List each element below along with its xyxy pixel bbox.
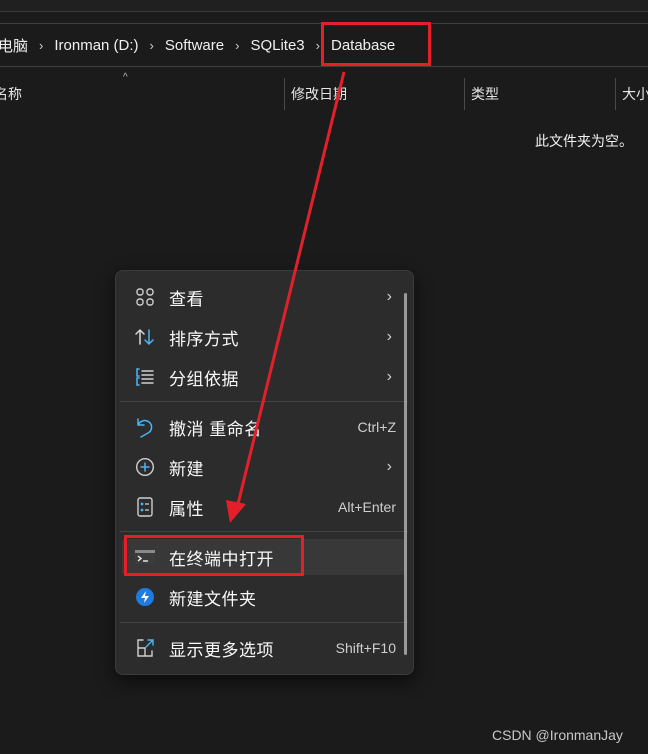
chevron-right-icon[interactable]: › [226,38,248,53]
empty-folder-message: 此文件夹为空。 [535,133,633,149]
menu-item-label: 新建文件夹 [169,589,257,609]
column-header-size[interactable]: 大小 [616,78,648,110]
menu-item-label: 查看 [169,289,204,309]
title-bar [0,0,648,12]
menu-item-label: 撤消 重命名 [169,419,262,439]
column-header-name[interactable]: 名称 [0,78,284,110]
breadcrumb-item-sqlite3[interactable]: SQLite3 [248,37,306,54]
shortcut-label: Alt+Enter [338,499,396,515]
menu-item-label: 排序方式 [169,329,239,349]
menu-item-properties[interactable]: 属性 Alt+Enter [122,489,406,525]
shortcut-label: Ctrl+Z [357,419,397,435]
menu-item-label: 显示更多选项 [169,640,274,660]
chevron-right-icon: › [386,288,392,305]
menu-divider [120,531,408,532]
menu-item-label: 分组依据 [169,369,239,389]
column-header-type[interactable]: 类型 [465,78,615,110]
chevron-right-icon: › [386,368,392,385]
menu-scrollbar[interactable] [404,293,407,655]
context-menu: 查看 › 排序方式 › 分组依据 › 撤消 重命名 Ctrl+Z 新建 › 属性… [115,270,414,675]
column-header-date-modified[interactable]: 修改日期 [285,78,463,110]
chevron-right-icon[interactable]: › [141,38,163,53]
group-list-icon [134,366,156,388]
shortcut-label: Shift+F10 [335,640,396,656]
new-plus-icon [134,456,156,478]
menu-item-new-folder[interactable]: 新建文件夹 [122,579,406,615]
annotation-box-database [321,22,431,66]
menu-item-show-more-options[interactable]: 显示更多选项 Shift+F10 [122,630,406,666]
chevron-right-icon: › [386,328,392,345]
breadcrumb-item-this-pc[interactable]: 电脑 [0,35,30,56]
chevron-right-icon[interactable]: › [30,38,52,53]
menu-item-label: 新建 [169,459,204,479]
show-more-icon [134,637,156,659]
annotation-box-open-in-terminal [124,535,304,576]
menu-divider [120,401,408,402]
watermark: CSDN @IronmanJay [492,727,623,743]
menu-item-view[interactable]: 查看 › [122,279,406,315]
menu-item-label: 属性 [169,499,204,519]
breadcrumb-item-drive[interactable]: Ironman (D:) [52,37,140,54]
view-grid-icon [134,286,156,308]
breadcrumb-item-software[interactable]: Software [163,37,226,54]
menu-item-new[interactable]: 新建 › [122,449,406,485]
menu-item-undo-rename[interactable]: 撤消 重命名 Ctrl+Z [122,409,406,445]
menu-divider [120,622,408,623]
properties-icon [134,496,156,518]
sort-arrows-icon [134,326,156,348]
menu-item-sort-by[interactable]: 排序方式 › [122,319,406,355]
menu-item-group-by[interactable]: 分组依据 › [122,359,406,395]
power-toys-icon [134,586,156,608]
column-header-row: ^ 名称 修改日期 类型 大小 [0,70,648,116]
undo-icon [134,416,156,438]
chevron-right-icon: › [386,458,392,475]
